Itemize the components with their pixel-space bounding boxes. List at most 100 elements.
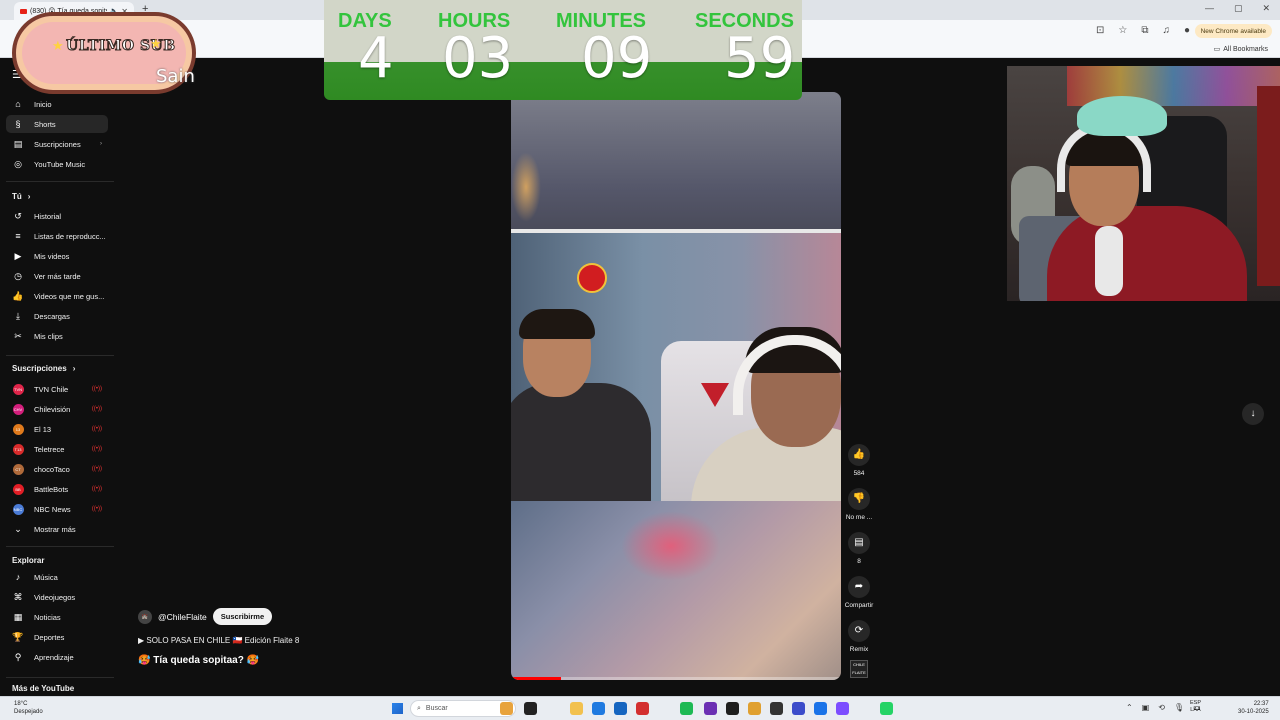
all-bookmarks-button[interactable]: ▭ All Bookmarks <box>1213 45 1268 54</box>
folder-icon[interactable] <box>570 702 583 715</box>
sidebar-item-tvn-chile[interactable]: TVN TVN Chile ((•)) <box>6 380 108 398</box>
sidebar-item-mis-clips[interactable]: ✂ Mis clips <box>6 327 108 345</box>
share-label: Compartir <box>844 602 874 609</box>
chevron-down-icon: ⌄ <box>14 523 22 534</box>
language-indicator[interactable]: ESP LAA <box>1190 700 1201 714</box>
channel-avatar-small[interactable]: 🏰 <box>138 609 152 624</box>
search-icon: ⌕ <box>417 704 421 712</box>
sidebar-item-ver-más-tarde[interactable]: ◷ Ver más tarde <box>6 267 108 285</box>
new-chrome-button[interactable]: New Chrome available <box>1194 24 1272 38</box>
sidebar-item-youtube-music[interactable]: ◎ YouTube Music <box>6 155 108 173</box>
sidebar-item-videos-que-me-gus[interactable]: 👍 Videos que me gus... <box>6 287 108 305</box>
whatsapp-icon[interactable] <box>880 702 893 715</box>
sidebar-item-historial[interactable]: ↺ Historial <box>6 207 108 225</box>
section-you[interactable]: Tú › <box>12 192 30 201</box>
chrome-icon[interactable] <box>636 702 649 715</box>
sidebar-item-deportes[interactable]: 🏆 Deportes <box>6 628 108 646</box>
discord-icon[interactable] <box>836 702 849 715</box>
sidebar-item-descargas[interactable]: ⤓ Descargas <box>6 307 108 325</box>
share-button[interactable]: ➦ Compartir <box>843 576 875 609</box>
outlook-icon[interactable] <box>614 702 627 715</box>
sidebar-item-chilevisión[interactable]: CHV Chilevisión ((•)) <box>6 400 108 418</box>
sidebar-item-battlebots[interactable]: BB BattleBots ((•)) <box>6 480 108 498</box>
live-indicator-icon: ((•)) <box>91 466 102 472</box>
sidebar-divider <box>6 181 114 182</box>
blurred-bottom-video <box>511 501 841 680</box>
sidebar-item-teletrece[interactable]: T13 Teletrece ((•)) <box>6 440 108 458</box>
comments-button[interactable]: ▤ 8 <box>843 532 875 565</box>
star-icon: ★ <box>52 38 64 53</box>
live-indicator-icon: ((•)) <box>91 386 102 392</box>
sidebar-item-nbc-news[interactable]: NBC NBC News ((•)) <box>6 500 108 518</box>
subscribe-button[interactable]: Suscribirme <box>212 608 273 625</box>
tray-app-icon[interactable]: ▣ <box>1142 703 1150 712</box>
next-short-button[interactable]: ↓ <box>1242 403 1264 425</box>
close-window-icon[interactable]: ✕ <box>1262 3 1270 14</box>
short-video-player[interactable] <box>511 92 841 680</box>
channel-avatar-wrap: CT <box>12 463 24 475</box>
channel-avatar-icon: TVN <box>12 384 24 395</box>
media-controls-icon[interactable]: ♫ <box>1162 25 1170 36</box>
youtube-favicon-icon <box>20 8 27 14</box>
sidebar-item-label: Música <box>34 572 58 582</box>
spotify-icon[interactable] <box>680 702 693 715</box>
dislike-button[interactable]: 👎 No me ... <box>843 488 875 521</box>
taskbar-clock[interactable]: 22:37 30-10-2025 <box>1238 700 1269 716</box>
playlist-link[interactable]: ▶ SOLO PASA EN CHILE 🇨🇱 Edición Flaite 8 <box>138 636 299 645</box>
window-controls: — ▢ ✕ <box>1205 3 1270 14</box>
sidebar-item-mostrar-más[interactable]: ⌄ Mostrar más <box>6 520 108 538</box>
bookmark-star-icon[interactable]: ☆ <box>1118 25 1127 36</box>
chevron-right-icon: › <box>72 364 76 373</box>
channel-avatar: CHILE FLAITE <box>850 660 868 678</box>
store-icon[interactable] <box>792 702 805 715</box>
extensions-icon[interactable]: ⧉ <box>1141 25 1148 36</box>
sidebar-item-listas-de-reproducc[interactable]: ≡ Listas de reproducc... <box>6 227 108 245</box>
install-app-icon[interactable]: ⊡ <box>1096 25 1104 36</box>
folder-icon: ▭ <box>1213 46 1221 53</box>
edge-icon[interactable] <box>592 702 605 715</box>
terminal-icon[interactable] <box>726 702 739 715</box>
clock-date: 30-10-2025 <box>1238 709 1269 715</box>
profile-icon[interactable]: ● <box>1184 25 1190 36</box>
sidebar-item-shorts[interactable]: § Shorts <box>6 115 108 133</box>
minimize-icon[interactable]: — <box>1205 3 1214 14</box>
sidebar-item-videojuegos[interactable]: ⌘ Videojuegos <box>6 588 108 606</box>
weather-widget[interactable]: 18°C Despejado <box>14 700 43 716</box>
sidebar-item-suscripciones[interactable]: ▤ Suscripciones › <box>6 135 108 153</box>
channel-name[interactable]: @ChileFlaite <box>158 612 207 622</box>
sidebar-item-label: Deportes <box>34 632 65 642</box>
mic-icon[interactable]: 🎙 <box>1174 703 1184 712</box>
sidebar-item-label: Noticias <box>34 612 61 622</box>
sidebar-item-noticias[interactable]: ▦ Noticias <box>6 608 108 626</box>
clock-time: 22:37 <box>1253 701 1269 707</box>
calculator-icon[interactable] <box>814 702 827 715</box>
task-view-icon[interactable] <box>524 702 537 715</box>
sidebar-item-inicio[interactable]: ⌂ Inicio <box>6 95 108 113</box>
maximize-icon[interactable]: ▢ <box>1234 3 1243 14</box>
sync-icon[interactable]: ⟲ <box>1158 703 1165 712</box>
sidebar-item-mis-videos[interactable]: ▶ Mis videos <box>6 247 108 265</box>
hours-value: 03 <box>442 26 514 91</box>
files-icon[interactable] <box>500 702 513 715</box>
all-bookmarks-label: All Bookmarks <box>1223 45 1268 53</box>
section-explore-label: Explorar <box>12 556 45 565</box>
bulb-icon: ⚲ <box>14 651 22 662</box>
sidebar-item-label: Mis videos <box>34 251 70 261</box>
channel-avatar-button[interactable]: CHILE FLAITE <box>843 660 875 678</box>
comment-count: 8 <box>857 558 861 565</box>
music-icon: ◎ <box>14 158 22 169</box>
sidebar-item-música[interactable]: ♪ Música <box>6 568 108 586</box>
start-icon[interactable] <box>392 703 403 714</box>
game-icon[interactable] <box>704 702 717 715</box>
video-progress-bar[interactable] <box>511 677 841 680</box>
photos-icon[interactable] <box>748 702 761 715</box>
chevron-up-icon[interactable]: ⌃ <box>1126 703 1133 712</box>
remix-button[interactable]: ⟳ Remix <box>843 620 875 653</box>
sidebar-item-el-13[interactable]: 13 El 13 ((•)) <box>6 420 108 438</box>
sidebar-item-chocotaco[interactable]: CT chocoTaco ((•)) <box>6 460 108 478</box>
remix-label: Remix <box>849 646 869 653</box>
like-button[interactable]: 👍 584 <box>843 444 875 477</box>
steam-icon[interactable] <box>770 702 783 715</box>
sidebar-item-aprendizaje[interactable]: ⚲ Aprendizaje <box>6 648 108 666</box>
section-subscriptions[interactable]: Suscripciones › <box>12 364 75 373</box>
